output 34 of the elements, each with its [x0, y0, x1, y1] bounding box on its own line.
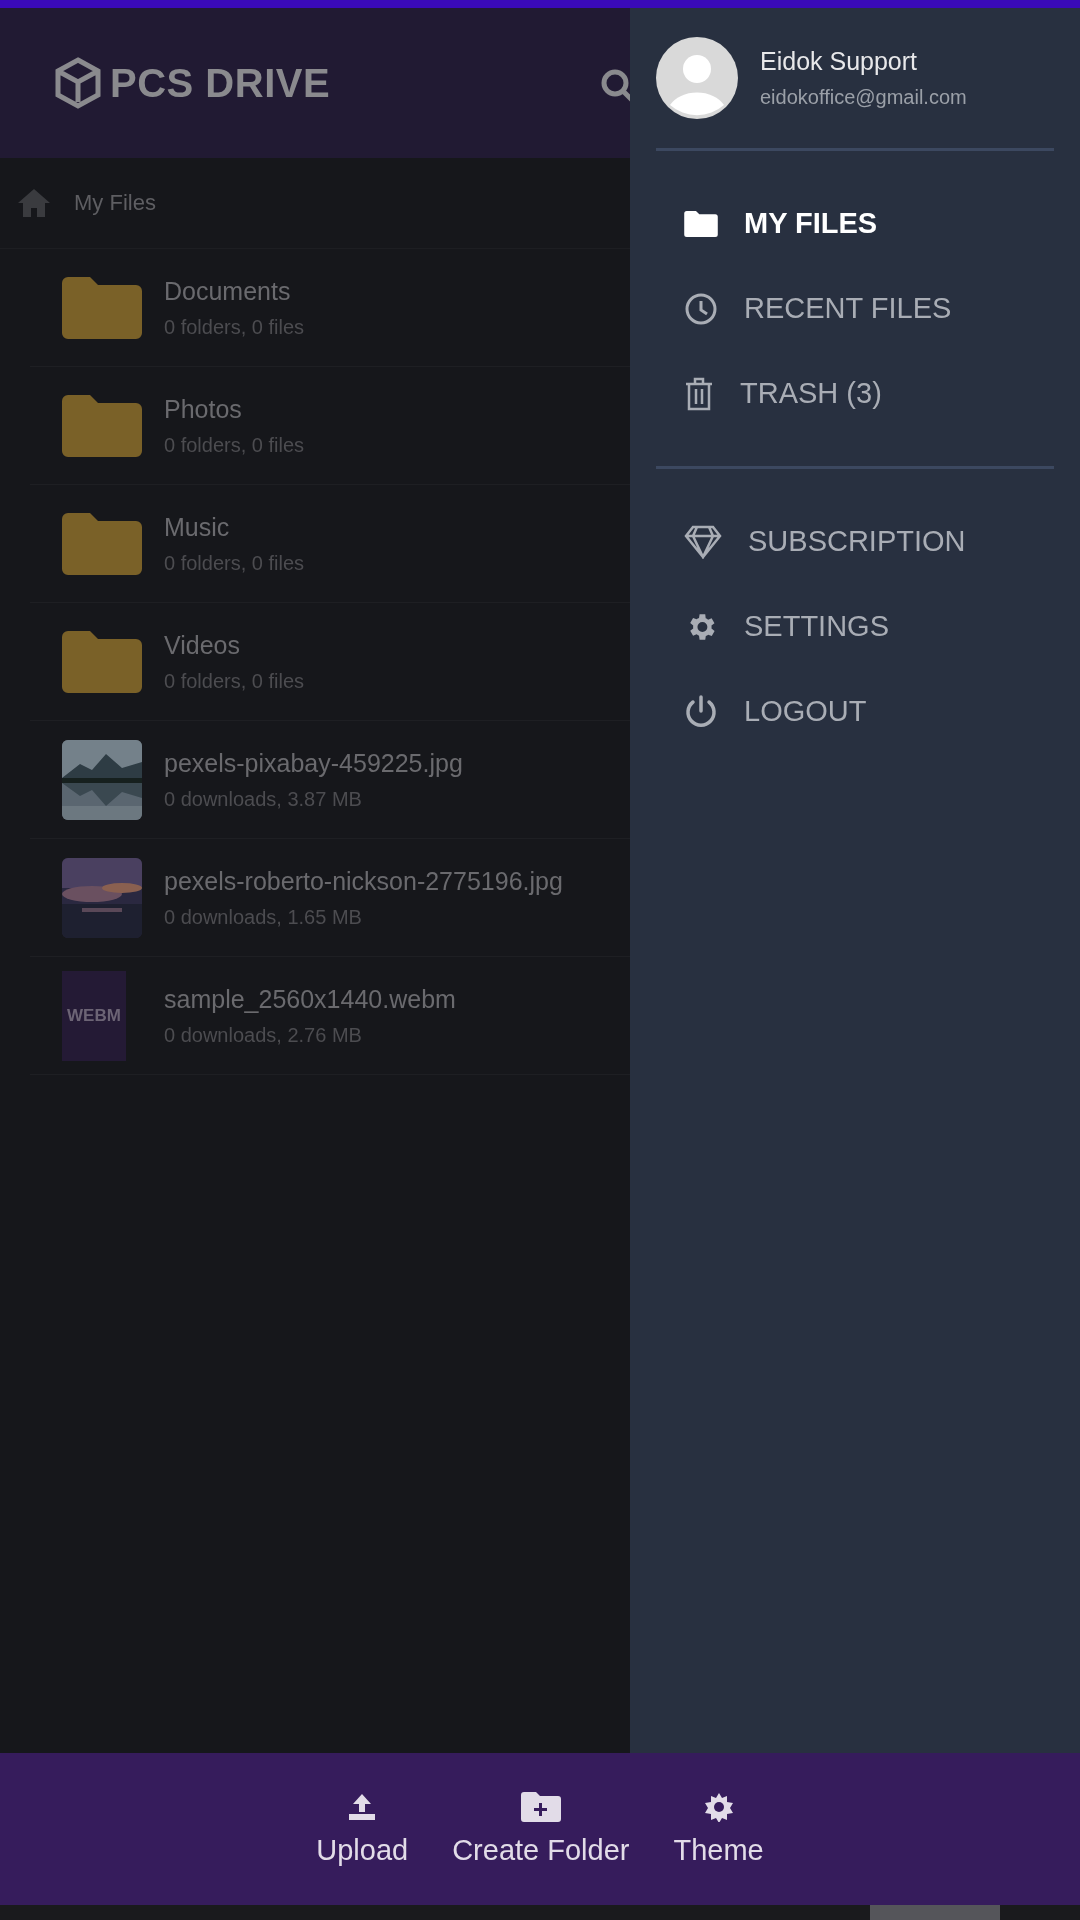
menu-item[interactable]: SUBSCRIPTION: [656, 499, 1054, 584]
menu-item[interactable]: LOGOUT: [656, 669, 1054, 754]
clock-icon: [684, 291, 718, 326]
menu-item[interactable]: MY FILES: [656, 181, 1054, 266]
sun-icon: [703, 1791, 734, 1822]
toolbar-button[interactable]: Create Folder: [452, 1791, 630, 1867]
file-type-label: WEBM: [67, 1005, 121, 1026]
file-name[interactable]: pexels-pixabay-459225.jpg: [164, 748, 463, 778]
file-name[interactable]: pexels-roberto-nickson-2775196.jpg: [164, 866, 563, 896]
cube-logo-icon: [54, 57, 102, 109]
avatar-icon: [656, 37, 738, 119]
user-name: Eidok Support: [760, 47, 919, 76]
menu-item[interactable]: RECENT FILES: [656, 266, 1054, 351]
folder-plus-icon: [520, 1791, 561, 1822]
file-name[interactable]: Photos: [164, 394, 305, 424]
power-icon: [684, 693, 718, 730]
app-logo: PCS DRIVE: [110, 60, 331, 106]
user-email: eidokoffice@gmail.com: [760, 86, 967, 109]
file-name[interactable]: Music: [164, 512, 305, 542]
menu-item[interactable]: TRASH (3): [656, 351, 1054, 436]
folder-icon: [62, 630, 142, 693]
file-name[interactable]: Videos: [164, 630, 305, 660]
folder-icon: [62, 276, 142, 339]
home-icon: [16, 187, 52, 219]
toolbar-button[interactable]: Theme: [673, 1791, 764, 1867]
file-name[interactable]: sample_2560x1440.webm: [164, 984, 456, 1014]
folder-icon: [62, 394, 142, 457]
folder-icon: [684, 210, 718, 237]
trash-icon: [684, 375, 714, 412]
folder-icon: [62, 512, 142, 575]
toolbar-button[interactable]: Upload: [316, 1791, 409, 1867]
diamond-icon: [684, 524, 722, 559]
menu-item[interactable]: SETTINGS: [656, 584, 1054, 669]
file-name[interactable]: Documents: [164, 276, 305, 306]
